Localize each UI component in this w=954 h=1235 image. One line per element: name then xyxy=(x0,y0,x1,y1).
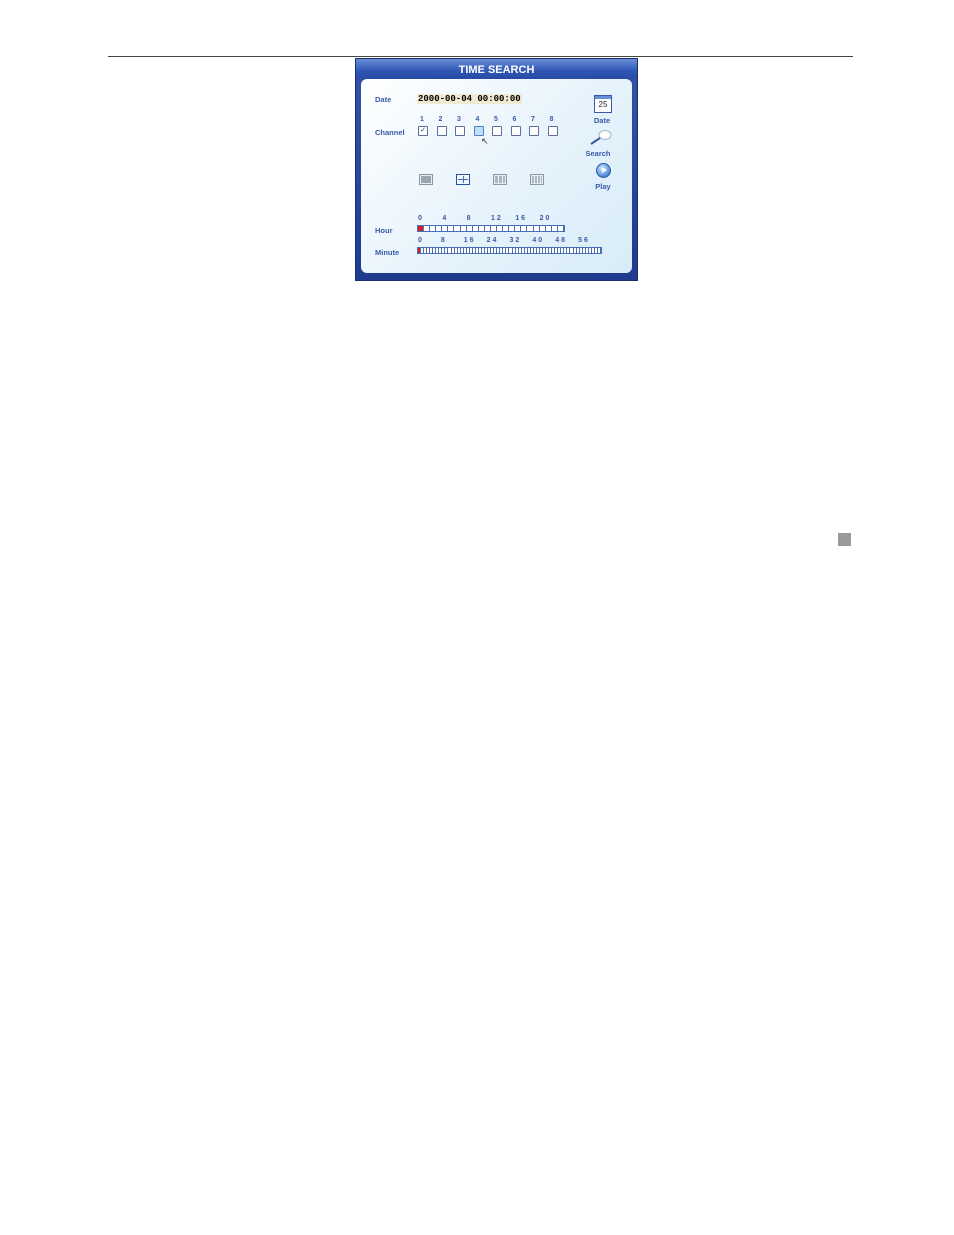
hour-tick-label: 0 xyxy=(418,215,422,222)
play-button-label[interactable]: Play xyxy=(583,182,623,191)
channel-number-8: 8 xyxy=(549,116,554,123)
date-label: Date xyxy=(375,95,392,104)
minute-tick-label: 1 6 xyxy=(463,237,474,244)
channel-number-6: 6 xyxy=(512,116,517,123)
hour-tick-label: 1 2 xyxy=(491,215,501,222)
hour-cell[interactable] xyxy=(558,226,564,231)
channel-number-5: 5 xyxy=(494,116,498,123)
hour-tick-label: 4 xyxy=(442,215,447,222)
channel-checkbox-3[interactable] xyxy=(455,126,465,136)
channel-number-1: 1 xyxy=(420,116,424,123)
minute-label: Minute xyxy=(375,248,400,257)
channel-number-3: 3 xyxy=(457,116,461,123)
play-icon[interactable] xyxy=(596,163,611,178)
channel-number-7: 7 xyxy=(531,116,535,123)
channel-checkbox-4[interactable] xyxy=(473,126,484,136)
sixteen-view-button[interactable] xyxy=(530,174,544,185)
minute-tick-label: 4 0 xyxy=(532,237,543,244)
channel-checkbox-8[interactable] xyxy=(547,126,558,136)
hour-tick-label: 8 xyxy=(466,215,471,222)
hour-tick-label: 2 0 xyxy=(539,215,550,222)
hour-tick-label: 1 6 xyxy=(515,215,526,222)
channel-number-2: 2 xyxy=(438,116,443,123)
channel-checkbox-5[interactable] xyxy=(492,126,502,136)
minute-tick-label: 3 2 xyxy=(509,237,520,244)
page-top-rule xyxy=(108,56,853,57)
channel-checkbox-7[interactable] xyxy=(529,126,539,136)
minute-tick-label: 4 8 xyxy=(555,237,565,244)
dialog-panel: Date 2000-00-04 00:00:00 Channel 1 ✓ 2 3 4 5 6… xyxy=(361,79,632,273)
mouse-pointer-icon: ↖ xyxy=(481,136,489,146)
quad-view-button[interactable] xyxy=(456,174,470,185)
search-icon[interactable] xyxy=(588,129,614,147)
channel-number-4: 4 xyxy=(475,116,480,123)
channel-checkbox-1[interactable]: ✓ xyxy=(418,126,428,136)
margin-marker xyxy=(838,533,851,546)
hour-timeline[interactable] xyxy=(417,225,565,232)
nine-view-button[interactable] xyxy=(493,174,507,185)
minute-tick-label: 2 4 xyxy=(486,237,497,244)
channel-label: Channel xyxy=(375,128,405,137)
calendar-icon[interactable]: 25 xyxy=(594,95,612,113)
search-button-label[interactable]: Search xyxy=(578,149,618,158)
single-view-button[interactable] xyxy=(419,174,433,185)
minute-tick-label: 8 xyxy=(440,237,445,244)
channel-checkbox-2[interactable] xyxy=(436,126,447,136)
dialog-title: TIME SEARCH xyxy=(356,59,637,79)
channel-checkbox-6[interactable] xyxy=(510,126,521,136)
time-search-dialog: TIME SEARCH Date 2000-00-04 00:00:00 Cha… xyxy=(355,58,638,281)
hour-label: Hour xyxy=(375,226,393,235)
datetime-input[interactable]: 2000-00-04 00:00:00 xyxy=(417,94,522,104)
minute-cell[interactable] xyxy=(598,248,601,253)
date-button-label[interactable]: Date xyxy=(582,116,622,125)
minute-tick-label: 0 xyxy=(418,237,422,244)
minute-tick-label: 5 6 xyxy=(578,237,588,244)
minute-timeline[interactable] xyxy=(417,247,602,254)
